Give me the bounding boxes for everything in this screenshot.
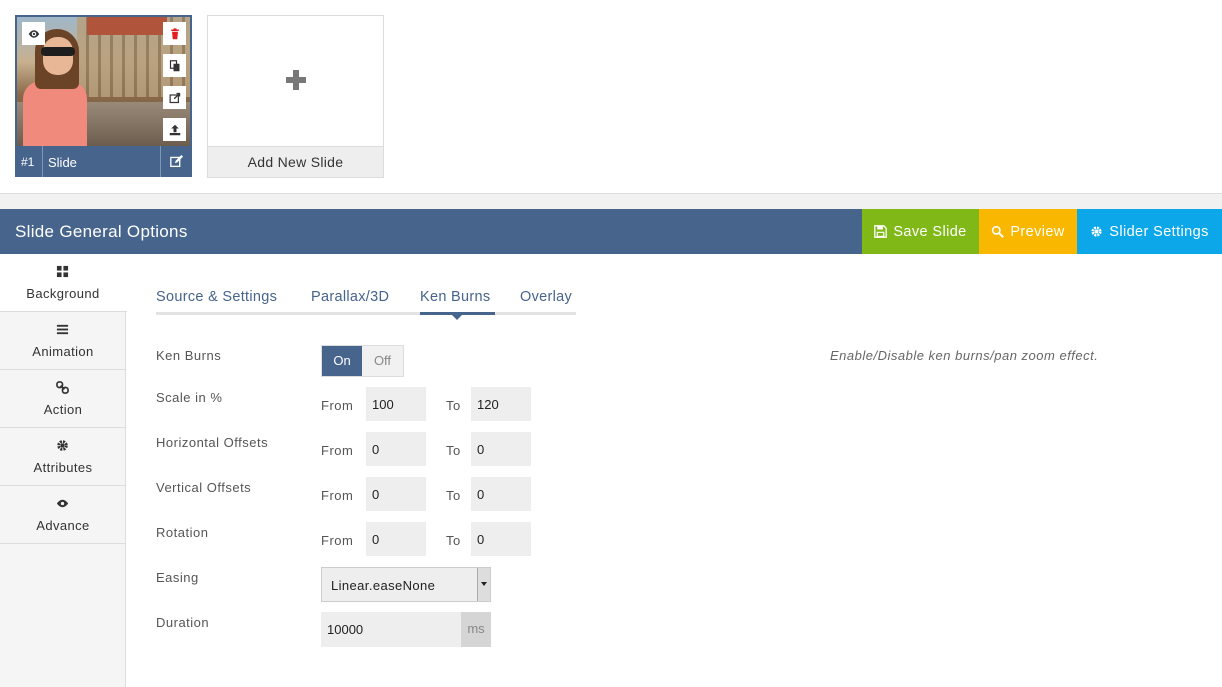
slide-footer: #1 Slide [15, 146, 192, 177]
add-new-slide-label: Add New Slide [208, 146, 383, 177]
save-slide-label: Save Slide [893, 223, 967, 240]
ken-burns-label: Ken Burns [156, 348, 222, 363]
to-label: To [446, 443, 461, 458]
tab-parallax-3d[interactable]: Parallax/3D [311, 289, 389, 305]
toggle-on-option[interactable]: On [322, 346, 362, 376]
grid-icon [55, 264, 69, 278]
link-icon [55, 380, 69, 394]
tab-ken-burns[interactable]: Ken Burns [420, 289, 490, 305]
preview-eye-icon[interactable] [22, 22, 45, 45]
easing-label: Easing [156, 570, 199, 585]
sidebar-item-action[interactable]: Action [0, 370, 126, 428]
sidebar-item-attributes[interactable]: Attributes [0, 428, 126, 486]
floppy-icon [874, 225, 888, 238]
toggle-off-option[interactable]: Off [362, 346, 403, 376]
slide-name[interactable]: Slide [48, 155, 77, 170]
page-title: Slide General Options [15, 222, 188, 241]
upload-icon[interactable] [163, 118, 186, 141]
duplicate-copy-icon[interactable] [163, 54, 186, 77]
bars-icon [55, 322, 69, 336]
slides-strip: #1 Slide Add New Slide [0, 0, 1222, 193]
slide-thumbnail[interactable] [17, 17, 190, 146]
sidebar-item-label: Action [43, 402, 83, 417]
scale-from-input[interactable] [366, 387, 426, 421]
easing-select[interactable]: Linear.easeNone [321, 567, 491, 602]
edit-icon[interactable] [166, 153, 186, 169]
preview-label: Preview [1010, 223, 1065, 240]
vertical-offsets-label: Vertical Offsets [156, 480, 252, 495]
horizontal-to-input[interactable] [471, 432, 531, 466]
scale-to-input[interactable] [471, 387, 531, 421]
options-header: Slide General Options Save Slide Preview… [0, 209, 1222, 254]
duration-label: Duration [156, 615, 210, 630]
tabs: Source & Settings Parallax/3D Ken Burns … [156, 282, 576, 316]
ken-burns-help-text: Enable/Disable ken burns/pan zoom effect… [830, 348, 1099, 363]
gear-icon [1091, 226, 1102, 237]
horizontal-from-input[interactable] [366, 432, 426, 466]
duration-unit: ms [461, 612, 491, 647]
sidebar-item-label: Background [26, 286, 100, 301]
search-icon [992, 225, 1005, 238]
duration-input[interactable] [321, 612, 461, 647]
gear-icon [55, 438, 69, 452]
vertical-from-input[interactable] [366, 477, 426, 511]
sidebar-item-label: Attributes [33, 460, 93, 475]
rotation-from-input[interactable] [366, 522, 426, 556]
horizontal-offsets-label: Horizontal Offsets [156, 435, 269, 450]
ken-burns-toggle[interactable]: On Off [321, 345, 404, 377]
preview-button[interactable]: Preview [979, 209, 1077, 254]
from-label: From [321, 488, 354, 503]
sidebar-item-advance[interactable]: Advance [0, 486, 126, 544]
to-label: To [446, 533, 461, 548]
rotation-to-input[interactable] [471, 522, 531, 556]
plus-icon [284, 68, 308, 92]
chevron-down-icon[interactable] [477, 568, 490, 601]
slide-card[interactable]: #1 Slide [15, 15, 192, 177]
eye-icon [55, 496, 69, 510]
scale-label: Scale in % [156, 390, 223, 405]
sidebar-item-animation[interactable]: Animation [0, 312, 126, 370]
to-label: To [446, 398, 461, 413]
from-label: From [321, 533, 354, 548]
easing-selected-value: Linear.easeNone [331, 578, 436, 593]
vertical-to-input[interactable] [471, 477, 531, 511]
save-slide-button[interactable]: Save Slide [862, 209, 979, 254]
slider-settings-button[interactable]: Slider Settings [1077, 209, 1222, 254]
sidebar-item-label: Advance [36, 518, 90, 533]
divider [0, 193, 1222, 209]
share-icon[interactable] [163, 86, 186, 109]
tab-overlay[interactable]: Overlay [520, 289, 572, 305]
sidebar-item-background[interactable]: Background [0, 254, 127, 312]
sidebar-item-label: Animation [32, 344, 94, 359]
delete-trash-icon[interactable] [163, 22, 186, 45]
from-label: From [321, 398, 354, 413]
tab-source-settings[interactable]: Source & Settings [156, 289, 277, 305]
to-label: To [446, 488, 461, 503]
slider-settings-label: Slider Settings [1109, 223, 1209, 240]
sidebar: Background Animation Action Attributes A… [0, 254, 127, 687]
add-new-slide-button[interactable]: Add New Slide [207, 15, 384, 178]
rotation-label: Rotation [156, 525, 209, 540]
slide-number: #1 [21, 155, 35, 169]
from-label: From [321, 443, 354, 458]
